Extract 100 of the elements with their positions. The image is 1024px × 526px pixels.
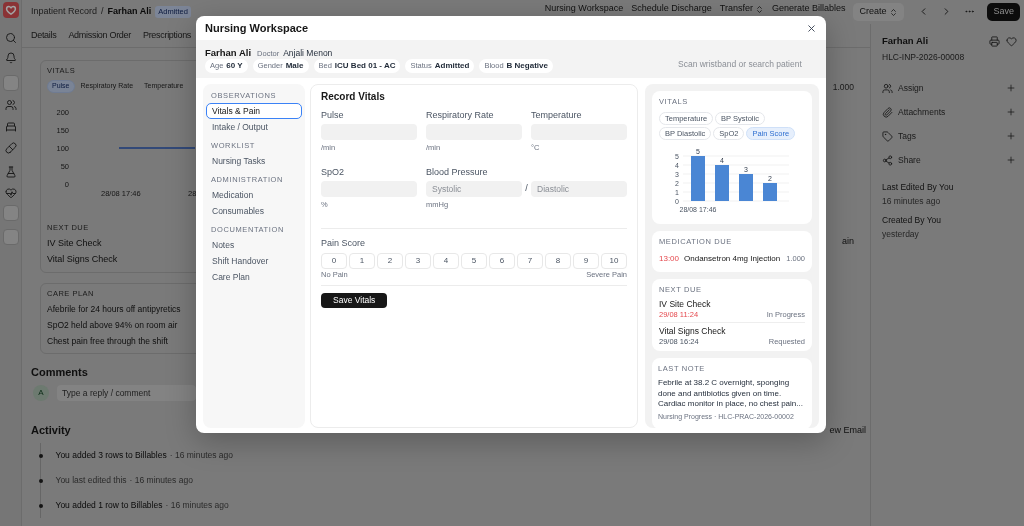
breadcrumb-link[interactable]: Inpatient Record (31, 5, 98, 19)
care-plan-goal: Chest pain free through the shift (47, 334, 168, 348)
medication-time: 13:00 (659, 253, 680, 265)
pain-score-option[interactable]: 1 (349, 253, 375, 269)
separator-text: / (524, 182, 529, 196)
pain-score-option[interactable]: 3 (405, 253, 431, 269)
activity-text: You added 1 row to Billables (55, 499, 163, 512)
plus-icon[interactable] (1006, 131, 1016, 141)
chip-value: 60 Y (226, 59, 243, 72)
field-label: SpO2 (321, 167, 344, 177)
heart-logo-icon[interactable] (2, 2, 19, 18)
share-icon (882, 154, 893, 166)
meta-label: Last Edited By You (882, 182, 954, 192)
section-title: Activity (31, 423, 71, 439)
comment-field[interactable]: Type a reply / comment (57, 385, 196, 401)
pain-score-option[interactable]: 10 (601, 253, 627, 269)
pain-score-option[interactable]: 7 (517, 253, 543, 269)
page-title: Farhan Ali (107, 5, 152, 19)
toolbar-button[interactable]: Transfer (719, 2, 764, 16)
save-button[interactable]: Save (987, 3, 1020, 21)
tab[interactable]: Prescriptions (142, 28, 192, 43)
chip-value: Male (285, 59, 304, 72)
pain-score-option[interactable]: 4 (433, 253, 459, 269)
dialog-title: Nursing Workspace (205, 20, 309, 36)
field-label: Respiratory Rate (426, 110, 494, 120)
record-title: Farhan Ali (882, 33, 929, 48)
chart-bar (715, 165, 729, 201)
heart-pulse-icon[interactable] (4, 187, 17, 199)
blank-tile-icon[interactable] (2, 205, 19, 221)
sidebar-action[interactable]: Assign (898, 81, 924, 95)
sidebar-action[interactable]: Attachments (898, 105, 946, 119)
plus-icon[interactable] (1006, 107, 1016, 117)
field-label: Temperature (531, 110, 582, 120)
chip-value: ICU Bed 01 - AC (334, 59, 396, 72)
heart-icon[interactable] (1006, 35, 1017, 47)
toolbar-button[interactable]: Generate Billables (771, 2, 846, 16)
note-text: Febrile at 38.2 C overnight, sponging done and antibiotics given on time. Cardiac monitor in place, no chest pain... (658, 378, 804, 410)
task-name: Vital Signs Check (47, 253, 118, 267)
nav-item[interactable]: Intake / Output (206, 119, 302, 135)
care-plan-goal: SpO2 held above 94% on room air (47, 318, 178, 332)
search-field[interactable]: Scan wristband or search patient (672, 55, 818, 73)
blank-tile-icon[interactable] (2, 75, 19, 91)
nav-item[interactable]: Vitals & Pain (206, 103, 302, 119)
quantity-text: 1.000 (832, 82, 854, 92)
sidebar-action[interactable]: Share (898, 153, 921, 167)
pain-score-option[interactable]: 6 (489, 253, 515, 269)
input-field[interactable]: Diastolic (531, 181, 627, 197)
sidebar-action[interactable]: Tags (898, 129, 916, 143)
activity-time: · 16 minutes ago (169, 449, 234, 462)
nav-item[interactable]: Care Plan (206, 269, 302, 285)
nav-item[interactable]: Consumables (206, 203, 302, 219)
toolbar-button[interactable]: Nursing Workspace (544, 2, 624, 16)
activity-text: You last edited this (55, 474, 127, 487)
email-link[interactable]: ew Email (829, 423, 866, 438)
chip-value: Admitted (434, 59, 470, 72)
nav-item[interactable]: Notes (206, 237, 302, 253)
activity-text: You added 3 rows to Billables (55, 449, 167, 462)
pain-score-option[interactable]: 8 (545, 253, 571, 269)
search-icon[interactable] (4, 32, 17, 44)
close-icon[interactable] (806, 22, 817, 34)
bell-icon[interactable] (4, 52, 17, 64)
section-title: Comments (31, 366, 88, 379)
plus-icon[interactable] (1006, 83, 1016, 93)
chart-bar (763, 183, 777, 201)
paperclip-icon (882, 106, 893, 118)
tag-icon (882, 130, 893, 142)
field-label: Blood Pressure (426, 167, 488, 177)
flask-icon[interactable] (4, 166, 17, 178)
partial-text: ain (842, 236, 854, 246)
avatar-initial: A (33, 385, 49, 401)
toolbar-button[interactable]: Create (853, 3, 905, 21)
pill-icon[interactable] (4, 142, 17, 154)
patient-name: Farhan Ali (205, 45, 252, 60)
chip-value: B Negative (506, 59, 548, 72)
tab[interactable]: Admission Order (68, 28, 131, 43)
meta-value: yesterday (882, 229, 919, 239)
plus-icon[interactable] (1006, 155, 1016, 165)
form-title: Record Vitals (321, 92, 385, 102)
printer-icon[interactable] (989, 35, 1000, 47)
chart-bar (739, 174, 753, 201)
save-vitals-button[interactable]: Save Vitals (321, 293, 388, 308)
tab[interactable]: Details (31, 28, 57, 43)
toolbar-button[interactable]: Schedule Discharge (631, 2, 712, 16)
record-id: HLC-INP-2026-00008 (882, 52, 965, 62)
input-field[interactable]: Systolic (426, 181, 522, 197)
users-icon (882, 82, 893, 94)
task-name: Vital Signs Check (659, 326, 726, 336)
blank-tile-icon[interactable] (2, 229, 19, 245)
task-name: IV Site Check (47, 237, 102, 251)
users-icon[interactable] (4, 99, 17, 111)
nav-item[interactable]: Medication (206, 187, 302, 203)
pain-score-option[interactable]: 9 (573, 253, 599, 269)
pain-score-option[interactable]: 2 (377, 253, 403, 269)
pain-score-option[interactable]: 0 (321, 253, 347, 269)
medication-name: Ondansetron 4mg Injection (684, 253, 781, 265)
nav-item[interactable]: Nursing Tasks (206, 153, 302, 169)
nav-item[interactable]: Shift Handover (206, 253, 302, 269)
bed-icon[interactable] (4, 121, 17, 133)
meta-label: Created By You (882, 215, 942, 225)
pain-score-option[interactable]: 5 (461, 253, 487, 269)
